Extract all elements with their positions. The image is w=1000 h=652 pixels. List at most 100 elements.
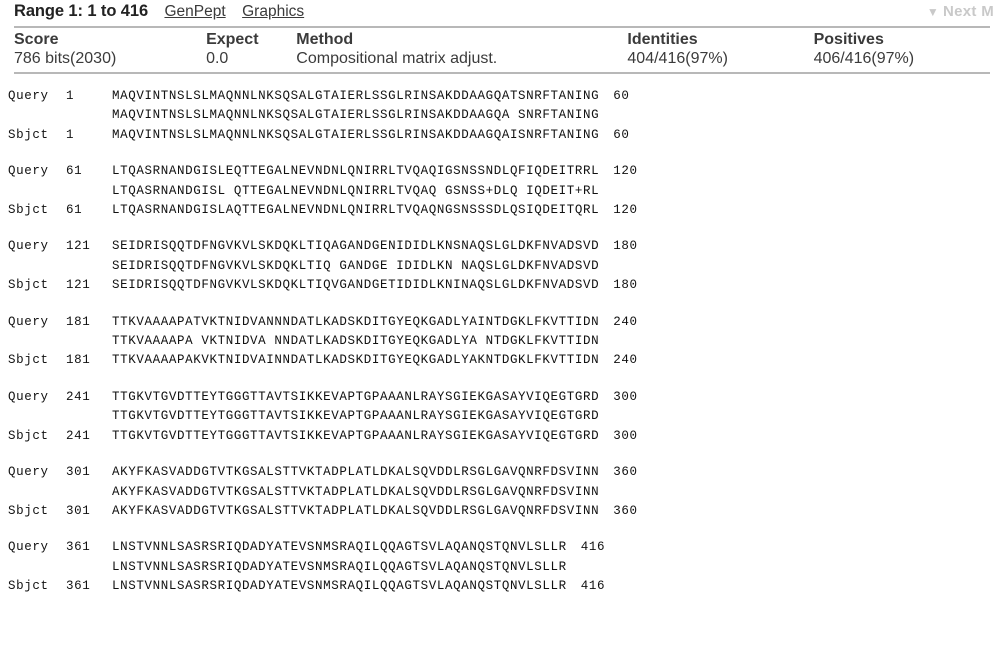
- subject-label: Sbjct: [8, 579, 49, 594]
- subject-start: 61: [66, 203, 83, 218]
- midline: SEIDRISQQTDFNGVKVLSKDQKLTIQ GANDGE IDIDL…: [8, 257, 1000, 276]
- score-value: 786 bits(2030): [14, 50, 117, 67]
- midline-sequence: LNSTVNNLSASRSRIQDADYATEVSNMSRAQILQQAGTSV…: [112, 559, 567, 574]
- query-sequence: LTQASRNANDGISLEQTTEGALNEVNDNLQNIRRLTVQAQ…: [112, 164, 600, 179]
- identities-value: 404/416(97%): [627, 50, 728, 67]
- query-line: Query 1 MAQVINTNSLSLMAQNNLNKSQSALGTAIERLSS…: [8, 87, 1000, 106]
- subject-line: Sbjct 181 TTKVAAAAPAKVKTNIDVAINNDATLKADSKD…: [8, 351, 1000, 370]
- positives-header: Positives: [813, 31, 884, 48]
- midline-num-spacer: [66, 558, 112, 577]
- range-bar: Range 1: 1 to 416 GenPept Graphics ▼ Next…: [0, 0, 1000, 26]
- alignment-block: Query 121 SEIDRISQQTDFNGVKVLSKDQKLTIQAGAND…: [8, 237, 1000, 295]
- subject-start: 1: [66, 127, 75, 142]
- midline-sequence: LTQASRNANDGISL QTTEGALNEVNDNLQNIRRLTVQAQ…: [112, 183, 600, 198]
- query-label: Query: [8, 314, 49, 329]
- subject-end: 300: [613, 428, 638, 443]
- query-start: 61: [66, 164, 83, 179]
- method-header: Method: [296, 31, 354, 48]
- positives-value: 406/416(97%): [813, 50, 915, 67]
- subject-sequence: LTQASRNANDGISLAQTTEGALNEVNDNLQNIRRLTVQAQ…: [112, 203, 600, 218]
- subject-start: 181: [66, 353, 91, 368]
- query-start: 361: [66, 540, 91, 555]
- query-line: Query 121 SEIDRISQQTDFNGVKVLSKDQKLTIQAGAND…: [8, 237, 1000, 256]
- alignment-block: Query 1 MAQVINTNSLSLMAQNNLNKSQSALGTAIERLSS…: [8, 87, 1000, 145]
- score-header: Score: [14, 31, 59, 48]
- alignment-block: Query 181 TTKVAAAAPATVKTNIDVANNNDATLKADSKD…: [8, 313, 1000, 371]
- subject-start: 241: [66, 428, 91, 443]
- identities-header: Identities: [627, 31, 698, 48]
- query-line: Query 241 TTGKVTGVDTTEYTGGGTTAVTSIKKEVAPTG…: [8, 388, 1000, 407]
- query-sequence: MAQVINTNSLSLMAQNNLNKSQSALGTAIERLSSGLRINS…: [112, 89, 600, 103]
- subject-sequence: TTGKVTGVDTTEYTGGGTTAVTSIKKEVAPTGPAAANLRA…: [112, 428, 600, 443]
- midline-label-spacer: [8, 106, 66, 125]
- subject-line: Sbjct 121 SEIDRISQQTDFNGVKVLSKDQKLTIQVGAND…: [8, 276, 1000, 295]
- range-title: Range 1: 1 to 416: [14, 2, 149, 20]
- midline-sequence: TTKVAAAAPA VKTNIDVA NNDATLKADSKDITGYEQKG…: [112, 334, 600, 349]
- midline-label-spacer: [8, 483, 66, 502]
- midline: LNSTVNNLSASRSRIQDADYATEVSNMSRAQILQQAGTSV…: [8, 558, 1000, 577]
- midline-sequence: MAQVINTNSLSLMAQNNLNKSQSALGTAIERLSSGLRINS…: [112, 108, 600, 123]
- score-table-header-row: Score Expect Method Identities Positives: [14, 31, 990, 50]
- subject-label: Sbjct: [8, 127, 49, 142]
- midline-sequence: AKYFKASVADDGTVTKGSALSTTVKTADPLATLDKALSQV…: [112, 484, 600, 499]
- query-start: 121: [66, 239, 91, 254]
- query-sequence: TTGKVTGVDTTEYTGGGTTAVTSIKKEVAPTGPAAANLRA…: [112, 389, 600, 404]
- method-value: Compositional matrix adjust.: [296, 50, 498, 67]
- subject-line: Sbjct 241 TTGKVTGVDTTEYTGGGTTAVTSIKKEVAPTG…: [8, 427, 1000, 446]
- midline-sequence: TTGKVTGVDTTEYTGGGTTAVTSIKKEVAPTGPAAANLRA…: [112, 409, 600, 424]
- query-line: Query 361 LNSTVNNLSASRSRIQDADYATEVSNMSRAQI…: [8, 538, 1000, 557]
- expect-header: Expect: [206, 31, 259, 48]
- query-end: 360: [613, 465, 638, 480]
- query-start: 181: [66, 314, 91, 329]
- midline-num-spacer: [66, 257, 112, 276]
- query-label: Query: [8, 540, 49, 555]
- query-line: Query 301 AKYFKASVADDGTVTKGSALSTTVKTADPLAT…: [8, 463, 1000, 482]
- subject-line: Sbjct 361 LNSTVNNLSASRSRIQDADYATEVSNMSRAQI…: [8, 577, 1000, 596]
- query-end: 180: [613, 239, 638, 254]
- alignment-block: Query 241 TTGKVTGVDTTEYTGGGTTAVTSIKKEVAPTG…: [8, 388, 1000, 446]
- midline-label-spacer: [8, 182, 66, 201]
- query-end: 300: [613, 389, 638, 404]
- midline: AKYFKASVADDGTVTKGSALSTTVKTADPLATLDKALSQV…: [8, 483, 1000, 502]
- midline-num-spacer: [66, 407, 112, 426]
- next-match-link[interactable]: ▼ Next M: [927, 3, 994, 20]
- query-end: 240: [613, 314, 638, 329]
- midline-label-spacer: [8, 332, 66, 351]
- score-table-value-row: 786 bits(2030) 0.0 Compositional matrix …: [14, 50, 990, 68]
- subject-start: 361: [66, 579, 91, 594]
- query-sequence: SEIDRISQQTDFNGVKVLSKDQKLTIQAGANDGENIDIDL…: [112, 239, 600, 254]
- subject-line: Sbjct 61 LTQASRNANDGISLAQTTEGALNEVNDNLQNIR…: [8, 201, 1000, 220]
- alignment-body: Query 1 MAQVINTNSLSLMAQNNLNKSQSALGTAIERLSS…: [0, 87, 1000, 597]
- subject-sequence: LNSTVNNLSASRSRIQDADYATEVSNMSRAQILQQAGTSV…: [112, 579, 567, 594]
- genpept-link[interactable]: GenPept: [164, 3, 225, 20]
- subject-label: Sbjct: [8, 203, 49, 218]
- midline-label-spacer: [8, 257, 66, 276]
- query-end: 60: [613, 89, 630, 103]
- subject-label: Sbjct: [8, 503, 49, 518]
- query-label: Query: [8, 389, 49, 404]
- midline-label-spacer: [8, 407, 66, 426]
- subject-end: 416: [580, 579, 606, 594]
- query-line: Query 181 TTKVAAAAPATVKTNIDVANNNDATLKADSKD…: [8, 313, 1000, 332]
- triangle-down-icon: ▼: [926, 5, 940, 19]
- query-sequence: LNSTVNNLSASRSRIQDADYATEVSNMSRAQILQQAGTSV…: [112, 540, 567, 555]
- query-label: Query: [8, 239, 49, 254]
- alignment-block: Query 361 LNSTVNNLSASRSRIQDADYATEVSNMSRAQI…: [8, 538, 1000, 596]
- query-line: Query 61 LTQASRNANDGISLEQTTEGALNEVNDNLQNIR…: [8, 162, 1000, 181]
- subject-label: Sbjct: [8, 278, 49, 293]
- graphics-link[interactable]: Graphics: [242, 3, 304, 20]
- score-summary-table: Score Expect Method Identities Positives…: [14, 26, 990, 74]
- query-label: Query: [8, 89, 49, 103]
- subject-end: 240: [613, 353, 638, 368]
- subject-sequence: SEIDRISQQTDFNGVKVLSKDQKLTIQVGANDGETIDIDL…: [112, 278, 600, 293]
- midline-num-spacer: [66, 332, 112, 351]
- subject-label: Sbjct: [8, 353, 49, 368]
- midline: TTKVAAAAPA VKTNIDVA NNDATLKADSKDITGYEQKG…: [8, 332, 1000, 351]
- subject-sequence: TTKVAAAAPAKVKTNIDVAINNDATLKADSKDITGYEQKG…: [112, 353, 600, 368]
- query-label: Query: [8, 164, 49, 179]
- midline-num-spacer: [66, 182, 112, 201]
- midline: LTQASRNANDGISL QTTEGALNEVNDNLQNIRRLTVQAQ…: [8, 182, 1000, 201]
- subject-end: 180: [613, 278, 638, 293]
- query-end: 416: [580, 540, 606, 555]
- query-end: 120: [613, 164, 638, 179]
